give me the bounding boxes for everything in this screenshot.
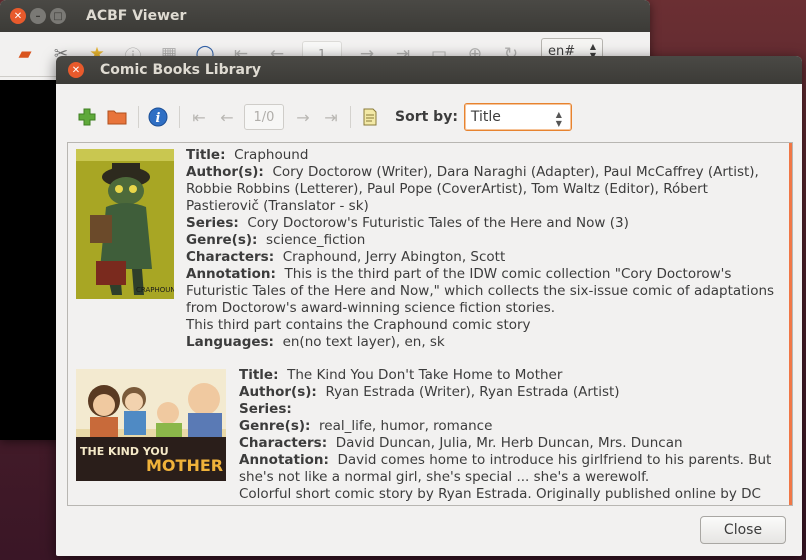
last-page-icon[interactable]: ⇥ xyxy=(320,108,342,127)
field-label: Annotation: xyxy=(186,266,276,282)
field-label: Annotation: xyxy=(239,452,329,468)
scroll-indicator[interactable] xyxy=(789,143,792,505)
dialog-close-icon[interactable]: ✕ xyxy=(68,62,84,78)
viewer-title: ACBF Viewer xyxy=(86,8,187,24)
cover-title-text: MOTHER xyxy=(146,456,223,475)
prev-page-icon[interactable]: ← xyxy=(216,108,238,127)
viewer-minimize-icon[interactable]: – xyxy=(30,8,46,24)
viewer-maximize-icon[interactable]: □ xyxy=(50,8,66,24)
field-label: Series: xyxy=(186,215,239,231)
field-label: Characters: xyxy=(239,435,328,451)
toolbar-separator xyxy=(138,106,139,128)
next-page-icon[interactable]: → xyxy=(292,108,314,127)
field-label: Languages: xyxy=(186,334,274,350)
sort-by-value: Title xyxy=(470,109,501,125)
book-annotation: Futuristic Tales of the Here and Now," w… xyxy=(186,283,775,299)
toolbar-separator xyxy=(350,106,351,128)
book-authors: Robbie Robbins (Letterer), Paul Pope (Co… xyxy=(186,181,708,197)
field-label: Series: xyxy=(239,401,292,417)
book-annotation: she's not like a normal girl, she's spec… xyxy=(239,469,650,485)
book-list[interactable]: CRAPHOUND Title: Craphound Author(s): Co… xyxy=(67,142,793,506)
book-title: Craphound xyxy=(234,147,309,163)
sort-by-select[interactable]: Title ▲ ▼ xyxy=(463,103,572,131)
book-annotation: This is the third part of the IDW comic … xyxy=(284,266,732,282)
book-annotation: Colorful short comic story by Ryan Estra… xyxy=(239,486,761,502)
book-cover-craphound[interactable]: CRAPHOUND xyxy=(76,149,181,303)
book-authors: Pastierovič (Translator - sk) xyxy=(186,198,369,214)
field-label: Genre(s): xyxy=(186,232,258,248)
book-genres: real_life, humor, romance xyxy=(319,418,493,434)
book-info: Title: The Kind You Don't Take Home to M… xyxy=(239,367,771,503)
viewer-canvas xyxy=(0,80,56,440)
book-title: The Kind You Don't Take Home to Mother xyxy=(287,367,563,383)
field-label: Characters: xyxy=(186,249,275,265)
book-info: Title: Craphound Author(s): Cory Doctoro… xyxy=(186,147,774,351)
page-indicator[interactable]: 1/0 xyxy=(244,104,284,130)
library-dialog: ✕ Comic Books Library i ⇤ ← 1/0 → ⇥ Sort… xyxy=(56,56,802,556)
book-languages: en(no text layer), en, sk xyxy=(282,334,445,350)
book-series: Cory Doctorow's Futuristic Tales of the … xyxy=(247,215,629,231)
add-book-icon[interactable] xyxy=(76,106,98,128)
open-file-icon[interactable]: ▰ xyxy=(14,43,36,65)
field-label: Author(s): xyxy=(186,164,264,180)
close-button[interactable]: Close xyxy=(700,516,786,544)
folder-icon[interactable] xyxy=(106,106,128,128)
book-characters: David Duncan, Julia, Mr. Herb Duncan, Mr… xyxy=(335,435,683,451)
book-authors: Ryan Estrada (Writer), Ryan Estrada (Art… xyxy=(325,384,620,400)
book-authors: Cory Doctorow (Writer), Dara Naraghi (Ad… xyxy=(272,164,759,180)
field-label: Title: xyxy=(186,147,226,163)
info-icon[interactable]: i xyxy=(147,106,169,128)
book-annotation: This third part contains the Craphound c… xyxy=(186,317,531,333)
sort-icon xyxy=(359,106,381,128)
cover-title-text: CRAPHOUND xyxy=(136,286,174,294)
viewer-title-bar: ✕ – □ ACBF Viewer xyxy=(0,0,650,32)
book-annotation: David comes home to introduce his girlfr… xyxy=(337,452,772,468)
field-label: Genre(s): xyxy=(239,418,311,434)
viewer-close-icon[interactable]: ✕ xyxy=(10,8,26,24)
dialog-title-bar: ✕ Comic Books Library xyxy=(56,56,802,84)
svg-text:i: i xyxy=(156,111,161,126)
field-label: Title: xyxy=(239,367,279,383)
field-label: Author(s): xyxy=(239,384,317,400)
book-characters: Craphound, Jerry Abington, Scott xyxy=(282,249,506,265)
book-genres: science_fiction xyxy=(266,232,366,248)
first-page-icon[interactable]: ⇤ xyxy=(188,108,210,127)
sort-by-label: Sort by: xyxy=(395,109,458,125)
library-toolbar: i ⇤ ← 1/0 → ⇥ Sort by: Title ▲ ▼ xyxy=(76,102,792,132)
select-arrows-icon: ▲▼ xyxy=(555,110,562,128)
book-annotation: from Doctorow's award-winning science fi… xyxy=(186,300,556,316)
book-cover-kind-you[interactable]: THE KIND YOU MOTHER xyxy=(76,369,226,485)
dialog-title: Comic Books Library xyxy=(100,62,261,78)
toolbar-separator xyxy=(179,106,180,128)
